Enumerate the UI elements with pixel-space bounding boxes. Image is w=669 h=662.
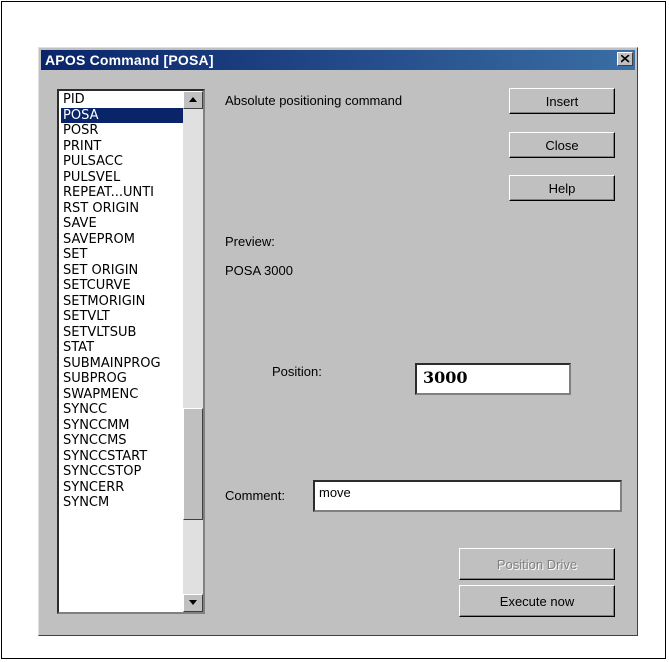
close-button[interactable]: Close xyxy=(509,132,615,158)
position-value: 3000 xyxy=(423,368,468,387)
command-list-item[interactable]: REPEAT...UNTI xyxy=(61,185,183,201)
title-bar[interactable]: APOS Command [POSA] xyxy=(41,50,635,70)
command-list-item[interactable]: SETCURVE xyxy=(61,278,183,294)
execute-now-button[interactable]: Execute now xyxy=(459,585,615,617)
close-window-button[interactable] xyxy=(617,52,633,66)
command-list-item[interactable]: SETMORIGIN xyxy=(61,294,183,310)
command-list-item[interactable]: SETVLT xyxy=(61,309,183,325)
command-list-item[interactable]: PULSACC xyxy=(61,154,183,170)
comment-label: Comment: xyxy=(225,488,285,503)
command-list-item[interactable]: SET xyxy=(61,247,183,263)
close-icon xyxy=(621,55,630,63)
command-list-item[interactable]: SYNCC xyxy=(61,402,183,418)
command-list-item[interactable]: SYNCCSTOP xyxy=(61,464,183,480)
command-list-item[interactable]: SYNCCMS xyxy=(61,433,183,449)
command-list-item[interactable]: RST ORIGIN xyxy=(61,201,183,217)
command-list-item[interactable]: SUBMAINPROG xyxy=(61,356,183,372)
command-description: Absolute positioning command xyxy=(225,93,403,108)
command-list-item[interactable]: SAVE xyxy=(61,216,183,232)
command-list-item[interactable]: SWAPMENC xyxy=(61,387,183,403)
scroll-up-button[interactable] xyxy=(183,91,203,109)
arrow-down-icon xyxy=(189,600,197,605)
arrow-up-icon xyxy=(189,97,197,102)
position-field[interactable]: 3000 xyxy=(415,363,571,395)
position-drive-button[interactable]: Position Drive xyxy=(459,548,615,580)
command-list-item[interactable]: SUBPROG xyxy=(61,371,183,387)
help-button[interactable]: Help xyxy=(509,175,615,201)
command-list-item[interactable]: SETVLTSUB xyxy=(61,325,183,341)
list-scrollbar[interactable] xyxy=(183,91,203,612)
scroll-down-button[interactable] xyxy=(183,594,203,612)
position-label: Position: xyxy=(272,364,322,379)
comment-value: move xyxy=(319,485,351,500)
command-list-item[interactable]: PID xyxy=(61,92,183,108)
window-title: APOS Command [POSA] xyxy=(45,52,214,68)
command-list-item[interactable]: POSA xyxy=(61,107,183,123)
insert-button[interactable]: Insert xyxy=(509,88,615,114)
command-list-item[interactable]: SYNCCMM xyxy=(61,418,183,434)
command-listbox[interactable]: PID POSA POSR PRINT PULSACC PULSVEL REPEAT...U… xyxy=(57,89,205,614)
command-list-item[interactable]: SYNCM xyxy=(61,495,183,511)
command-list-item[interactable]: SAVEPROM xyxy=(61,232,183,248)
command-list-item[interactable]: SYNCERR xyxy=(61,480,183,496)
command-list-item[interactable]: STAT xyxy=(61,340,183,356)
command-list-item[interactable]: SET ORIGIN xyxy=(61,263,183,279)
command-list-item[interactable]: PULSVEL xyxy=(61,170,183,186)
comment-field[interactable]: move xyxy=(313,480,622,512)
preview-text: POSA 3000 xyxy=(225,263,293,278)
command-list-item[interactable]: PRINT xyxy=(61,139,183,155)
command-list-item[interactable]: POSR xyxy=(61,123,183,139)
preview-label: Preview: xyxy=(225,234,275,249)
command-list[interactable]: PID POSA POSR PRINT PULSACC PULSVEL REPEAT...U… xyxy=(61,92,183,511)
scrollbar-thumb[interactable] xyxy=(183,408,203,520)
apos-command-dialog: APOS Command [POSA] PID POSA POSR PRINT PULS… xyxy=(38,47,638,636)
command-list-item[interactable]: SYNCCSTART xyxy=(61,449,183,465)
